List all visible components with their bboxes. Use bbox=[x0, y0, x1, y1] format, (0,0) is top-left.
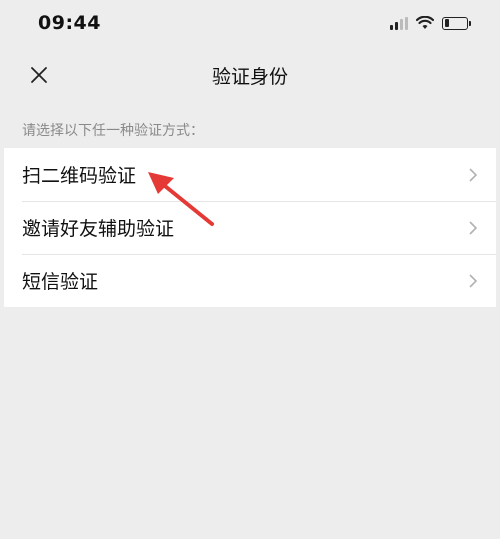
verification-options-list: 扫二维码验证 邀请好友辅助验证 短信验证 bbox=[4, 148, 496, 307]
option-qr-code[interactable]: 扫二维码验证 bbox=[4, 148, 496, 201]
option-label: 短信验证 bbox=[22, 271, 99, 293]
chevron-right-icon bbox=[468, 220, 478, 236]
chevron-right-icon bbox=[468, 167, 478, 183]
page-title: 验证身份 bbox=[211, 65, 288, 88]
option-label: 扫二维码验证 bbox=[22, 165, 137, 187]
status-icons bbox=[390, 16, 471, 30]
status-bar: 09:44 bbox=[4, 0, 496, 46]
close-icon bbox=[31, 67, 47, 83]
nav-bar: 验证身份 bbox=[4, 46, 496, 104]
hint-text: 请选择以下任一种验证方式： bbox=[22, 123, 204, 139]
option-friend-assist[interactable]: 邀请好友辅助验证 bbox=[4, 201, 496, 254]
option-sms[interactable]: 短信验证 bbox=[4, 254, 496, 307]
close-button[interactable] bbox=[24, 60, 54, 90]
wifi-icon bbox=[416, 16, 434, 29]
option-label: 邀请好友辅助验证 bbox=[22, 218, 175, 240]
status-time: 09:44 bbox=[38, 12, 101, 34]
chevron-right-icon bbox=[468, 273, 478, 289]
app-frame: 09:44 验证身份 请选择以下任一种验证方式： 扫二维码验证 邀请好友辅助验证… bbox=[4, 0, 496, 539]
battery-icon bbox=[442, 16, 471, 30]
signal-icon bbox=[390, 16, 408, 30]
